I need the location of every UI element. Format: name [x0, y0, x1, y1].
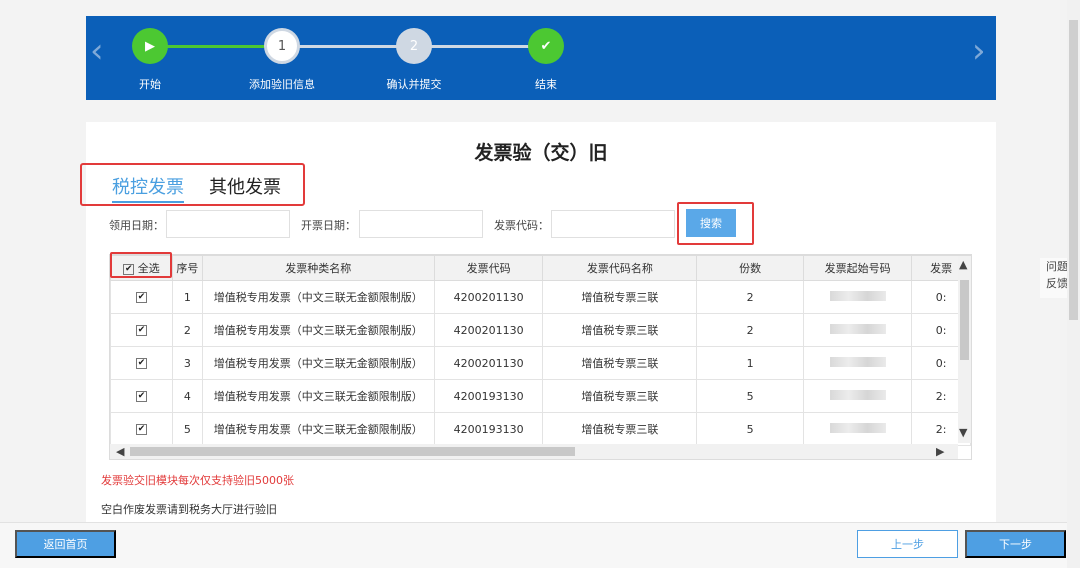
step-marker-start: ▶ — [132, 28, 168, 64]
table-row[interactable]: ✔ 5 增值税专用发票（中文三联无金额限制版） 4200193130 增值税专票… — [110, 412, 971, 446]
progress-stepper: ‹ ▶ 开始 1 添加验旧信息 2 确认并提交 ✔ 结束 › — [86, 16, 996, 100]
cell-code: 4200201130 — [433, 346, 544, 380]
cell-start-number — [802, 412, 913, 446]
cell-index: 5 — [172, 412, 203, 446]
cell-code: 4200201130 — [433, 280, 544, 314]
cell-start-number — [802, 280, 913, 314]
cell-code-name: 增值税专票三联 — [542, 280, 698, 314]
page-scroll-thumb[interactable] — [1069, 20, 1078, 320]
table-row[interactable]: ✔ 4 增值税专用发票（中文三联无金额限制版） 4200193130 增值税专票… — [110, 379, 971, 413]
table-row[interactable]: ✔ 1 增值税专用发票（中文三联无金额限制版） 4200201130 增值税专票… — [110, 280, 971, 314]
cell-code-name: 增值税专票三联 — [542, 412, 698, 446]
checkbox-checked-icon[interactable]: ✔ — [136, 358, 147, 369]
cell-start-number — [802, 346, 913, 380]
cell-code-name: 增值税专票三联 — [542, 346, 698, 380]
invoice-code-label: 发票代码： — [494, 219, 549, 232]
column-header: 份数 — [696, 255, 804, 281]
redacted-value — [829, 356, 886, 367]
cell-count: 5 — [696, 379, 804, 413]
invoice-table-grid: ✔ 全选 序号 发票种类名称 发票代码 发票代码名称 份数 发票起始号码 发票 … — [110, 255, 971, 446]
scroll-right-icon[interactable]: ▶ — [936, 445, 944, 458]
row-checkbox-cell[interactable]: ✔ — [110, 346, 174, 380]
column-header: 发票起始号码 — [802, 255, 913, 281]
chevron-right-icon[interactable]: › — [972, 34, 986, 68]
checkbox-checked-icon[interactable]: ✔ — [136, 292, 147, 303]
checkbox-checked-icon[interactable]: ✔ — [136, 325, 147, 336]
redacted-value — [829, 422, 886, 433]
row-checkbox-cell[interactable]: ✔ — [110, 379, 174, 413]
back-home-button[interactable]: 返回首页 — [15, 530, 116, 558]
issue-date-label: 领用日期： — [109, 219, 164, 232]
cell-code: 4200193130 — [433, 379, 544, 413]
blank-invoice-notice: 空白作废发票请到税务大厅进行验旧 — [101, 503, 277, 516]
column-header: 发票代码 — [433, 255, 544, 281]
step-marker-confirm: 2 — [396, 28, 432, 64]
scroll-thumb[interactable] — [960, 280, 969, 360]
scroll-down-icon[interactable]: ▼ — [959, 426, 967, 439]
cell-index: 4 — [172, 379, 203, 413]
table-horizontal-scrollbar[interactable]: ◀ ▶ — [110, 444, 958, 459]
page-scrollbar[interactable] — [1067, 0, 1080, 568]
issue-date-input[interactable] — [166, 210, 290, 238]
scroll-up-icon[interactable]: ▲ — [959, 258, 967, 271]
invoice-date-label: 开票日期： — [301, 219, 356, 232]
scroll-thumb[interactable] — [130, 447, 575, 456]
row-checkbox-cell[interactable]: ✔ — [110, 280, 174, 314]
table-row[interactable]: ✔ 2 增值税专用发票（中文三联无金额限制版） 4200201130 增值税专票… — [110, 313, 971, 347]
step-label-confirm: 确认并提交 — [386, 78, 442, 91]
step-label-add-info: 添加验旧信息 — [249, 78, 315, 91]
cell-count: 2 — [696, 280, 804, 314]
cell-type-name: 增值税专用发票（中文三联无金额限制版） — [201, 346, 435, 380]
step-label-start: 开始 — [139, 78, 161, 91]
checkbox-checked-icon[interactable]: ✔ — [136, 391, 147, 402]
select-all-highlight-box — [110, 252, 172, 278]
column-header: 发票种类名称 — [201, 255, 435, 281]
redacted-value — [829, 323, 886, 334]
cell-type-name: 增值税专用发票（中文三联无金额限制版） — [201, 280, 435, 314]
column-header: 序号 — [172, 255, 203, 281]
cell-index: 2 — [172, 313, 203, 347]
table-row[interactable]: ✔ 3 增值税专用发票（中文三联无金额限制版） 4200201130 增值税专票… — [110, 346, 971, 380]
limit-notice: 发票验交旧模块每次仅支持验旧5000张 — [101, 474, 294, 487]
cell-start-number — [802, 379, 913, 413]
cell-index: 1 — [172, 280, 203, 314]
scroll-left-icon[interactable]: ◀ — [116, 445, 124, 458]
table-vertical-scrollbar[interactable]: ▲ ▼ — [958, 256, 971, 443]
previous-step-button[interactable]: 上一步 — [857, 530, 958, 558]
checkbox-checked-icon[interactable]: ✔ — [136, 424, 147, 435]
cell-type-name: 增值税专用发票（中文三联无金额限制版） — [201, 379, 435, 413]
cell-count: 1 — [696, 346, 804, 380]
cell-code: 4200201130 — [433, 313, 544, 347]
step-track-done — [152, 45, 282, 48]
tab-tax-control-invoice[interactable]: 税控发票 — [112, 173, 184, 203]
row-checkbox-cell[interactable]: ✔ — [110, 313, 174, 347]
row-checkbox-cell[interactable]: ✔ — [110, 412, 174, 446]
redacted-value — [829, 389, 886, 400]
cell-type-name: 增值税专用发票（中文三联无金额限制版） — [201, 412, 435, 446]
step-marker-end: ✔ — [528, 28, 564, 64]
tab-other-invoice[interactable]: 其他发票 — [209, 173, 281, 199]
cell-code-name: 增值税专票三联 — [542, 313, 698, 347]
page-title: 发票验（交）旧 — [474, 142, 608, 164]
redacted-value — [829, 290, 886, 301]
cell-type-name: 增值税专用发票（中文三联无金额限制版） — [201, 313, 435, 347]
next-step-button[interactable]: 下一步 — [965, 530, 1066, 558]
invoice-table: ✔ 全选 序号 发票种类名称 发票代码 发票代码名称 份数 发票起始号码 发票 … — [109, 254, 972, 460]
invoice-code-input[interactable] — [551, 210, 675, 238]
cell-code: 4200193130 — [433, 412, 544, 446]
cell-count: 5 — [696, 412, 804, 446]
cell-code-name: 增值税专票三联 — [542, 379, 698, 413]
search-button[interactable]: 搜索 — [686, 209, 736, 237]
cell-index: 3 — [172, 346, 203, 380]
table-header-row: ✔ 全选 序号 发票种类名称 发票代码 发票代码名称 份数 发票起始号码 发票 — [110, 255, 971, 281]
step-label-end: 结束 — [535, 78, 557, 91]
cell-start-number — [802, 313, 913, 347]
invoice-date-input[interactable] — [359, 210, 483, 238]
chevron-left-icon[interactable]: ‹ — [90, 34, 104, 68]
column-header: 发票代码名称 — [542, 255, 698, 281]
step-marker-add-info: 1 — [264, 28, 300, 64]
cell-count: 2 — [696, 313, 804, 347]
